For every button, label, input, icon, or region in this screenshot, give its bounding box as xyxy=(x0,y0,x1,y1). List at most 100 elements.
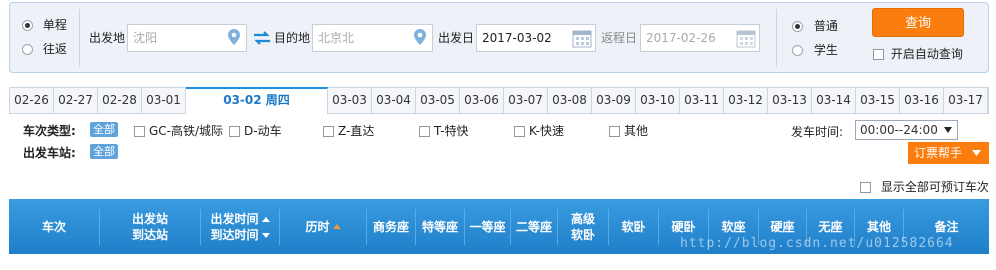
filter-checkbox[interactable] xyxy=(419,126,430,137)
date-tab[interactable]: 02-27 xyxy=(54,88,98,113)
one-way-radio[interactable] xyxy=(22,20,33,31)
filter-label: 其他 xyxy=(624,124,649,138)
query-button[interactable]: 查询 xyxy=(872,8,964,37)
sort-arrive-time[interactable]: 到达时间 xyxy=(210,227,270,243)
col-arrive-time: 到达时间 xyxy=(210,227,259,242)
show-all-checkbox[interactable] xyxy=(860,182,871,193)
return-date-label: 返程日 xyxy=(601,31,638,45)
col-stations: 出发站 到达站 xyxy=(100,199,200,254)
show-all-option[interactable]: 显示全部可预订车次 xyxy=(860,178,989,195)
date-tabs: 02-26 02-27 02-28 03-01 03-02 周四 03-03 03-04 03… xyxy=(9,87,989,114)
trip-type-one-way[interactable]: 单程 xyxy=(22,16,67,33)
date-tab[interactable]: 03-17 xyxy=(944,88,988,113)
filter-checkbox[interactable] xyxy=(609,126,620,137)
filter-checkbox[interactable] xyxy=(514,126,525,137)
date-tab[interactable]: 03-02 周四 xyxy=(186,87,328,114)
date-tab[interactable]: 03-05 xyxy=(416,88,460,113)
date-tab[interactable]: 03-04 xyxy=(372,88,416,113)
depart-time-select[interactable]: 00:00--24:00 xyxy=(855,120,958,140)
date-tab[interactable]: 03-08 xyxy=(548,88,592,113)
filter-checkbox[interactable] xyxy=(323,126,334,137)
train-type-label: 车次类型: xyxy=(23,124,76,138)
normal-label: 普通 xyxy=(813,19,838,33)
from-label: 出发地 xyxy=(89,31,126,45)
filter-label: GC-高铁/城际 xyxy=(149,124,224,138)
filter-z[interactable]: Z-直达 xyxy=(323,122,374,139)
col-times: 出发时间 到达时间 xyxy=(201,199,279,254)
booking-helper-button[interactable]: 订票帮手 xyxy=(908,142,989,164)
date-tab[interactable]: 03-07 xyxy=(504,88,548,113)
normal-radio[interactable] xyxy=(792,21,803,32)
date-tab[interactable]: 03-09 xyxy=(592,88,636,113)
sort-up-icon xyxy=(332,224,341,229)
col-duration: 历时 xyxy=(305,219,330,234)
filter-d[interactable]: D-动车 xyxy=(229,122,282,139)
col-special: 特等座 xyxy=(421,219,458,234)
col-premium-sleeper-line1: 高级 xyxy=(570,211,595,226)
auto-query-label: 开启自动查询 xyxy=(890,47,963,61)
col-train-no: 车次 xyxy=(41,219,66,234)
round-trip-radio[interactable] xyxy=(22,44,33,55)
station-label: 出发车站: xyxy=(23,146,76,160)
date-tab[interactable]: 03-14 xyxy=(812,88,856,113)
round-trip-label: 往返 xyxy=(42,42,67,56)
sort-duration[interactable]: 历时 xyxy=(280,199,366,254)
date-tab[interactable]: 03-01 xyxy=(142,88,186,113)
to-label: 目的地 xyxy=(274,31,311,45)
col-first: 一等座 xyxy=(469,219,506,234)
col-premium-sleeper-line2: 软卧 xyxy=(570,227,595,242)
student-label: 学生 xyxy=(813,43,838,57)
one-way-label: 单程 xyxy=(42,18,67,32)
date-tab[interactable]: 03-10 xyxy=(636,88,680,113)
filter-other[interactable]: 其他 xyxy=(609,122,648,139)
col-to-station: 到达站 xyxy=(131,227,168,242)
depart-date-value: 2017-03-02 xyxy=(482,31,552,45)
calendar-icon[interactable] xyxy=(572,28,592,48)
filter-label: D-动车 xyxy=(244,124,282,138)
date-tab[interactable]: 03-15 xyxy=(856,88,900,113)
location-pin-icon[interactable] xyxy=(228,29,240,45)
date-tab[interactable]: 03-03 xyxy=(328,88,372,113)
col-from-station: 出发站 xyxy=(131,211,168,226)
filter-gc[interactable]: GC-高铁/城际 xyxy=(134,122,223,139)
auto-query-option[interactable]: 开启自动查询 xyxy=(873,45,963,62)
divider xyxy=(79,9,80,67)
date-tab[interactable]: 03-12 xyxy=(724,88,768,113)
date-tab[interactable]: 03-16 xyxy=(900,88,944,113)
station-all-badge[interactable]: 全部 xyxy=(90,144,118,159)
student-radio[interactable] xyxy=(792,45,803,56)
location-pin-icon[interactable] xyxy=(414,29,426,45)
sort-depart-time[interactable]: 出发时间 xyxy=(210,211,270,227)
date-tab[interactable]: 02-28 xyxy=(98,88,142,113)
chevron-down-icon xyxy=(944,127,952,133)
auto-query-checkbox[interactable] xyxy=(873,49,884,60)
filter-label: K-快速 xyxy=(529,124,564,138)
col-business: 商务座 xyxy=(372,219,409,234)
filter-checkbox[interactable] xyxy=(134,126,145,137)
col-soft-sleeper: 软卧 xyxy=(621,219,646,234)
date-tab[interactable]: 02-26 xyxy=(10,88,54,113)
filter-label: T-特快 xyxy=(434,124,469,138)
passenger-normal[interactable]: 普通 xyxy=(792,17,838,34)
trip-type-round-trip[interactable]: 往返 xyxy=(22,40,67,57)
filter-k[interactable]: K-快速 xyxy=(514,122,564,139)
passenger-student[interactable]: 学生 xyxy=(792,41,838,58)
divider xyxy=(776,9,777,67)
search-panel: 单程 往返 出发地 沈阳 目的地 北京北 出发日 2017-03-02 返程日 … xyxy=(9,2,989,73)
col-second: 二等座 xyxy=(515,219,552,234)
show-all-label: 显示全部可预订车次 xyxy=(880,180,989,194)
swap-stations-icon[interactable] xyxy=(253,31,271,45)
date-tab[interactable]: 03-06 xyxy=(460,88,504,113)
filter-checkbox[interactable] xyxy=(229,126,240,137)
filter-label: Z-直达 xyxy=(338,124,375,138)
date-tab[interactable]: 03-13 xyxy=(768,88,812,113)
to-placeholder: 北京北 xyxy=(318,31,355,45)
depart-time-value: 00:00--24:00 xyxy=(860,123,938,137)
date-tab[interactable]: 03-11 xyxy=(680,88,724,113)
from-placeholder: 沈阳 xyxy=(133,31,158,45)
col-depart-time: 出发时间 xyxy=(210,211,259,226)
calendar-icon[interactable] xyxy=(736,28,756,48)
train-type-all-badge[interactable]: 全部 xyxy=(90,122,118,137)
filter-t[interactable]: T-特快 xyxy=(419,122,469,139)
col-premium-sleeper: 高级 软卧 xyxy=(558,199,608,254)
